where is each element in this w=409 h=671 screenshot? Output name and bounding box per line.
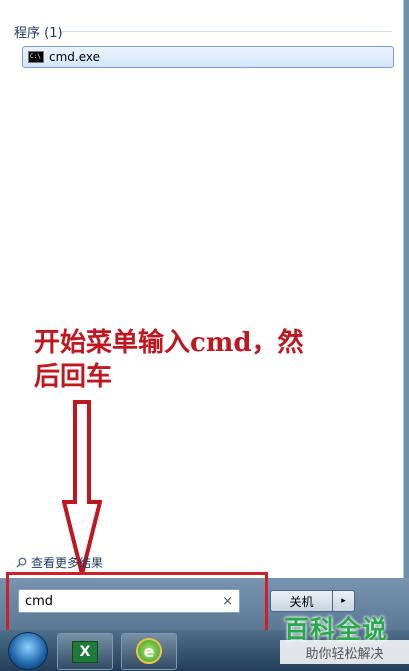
shutdown-options-arrow-icon[interactable]: ▸ [333,590,355,612]
result-item-label: cmd.exe [49,50,101,64]
excel-icon: X [72,641,98,663]
magnifier-icon [16,557,27,568]
annotation-line-1: 开始菜单输入cmd，然 [34,328,304,358]
see-more-label: 查看更多结果 [31,556,104,570]
annotation-line-2: 后回车 [34,362,113,392]
shutdown-button[interactable]: 关机 [270,590,333,612]
start-orb-icon[interactable] [8,632,48,670]
instruction-annotation: 开始菜单输入cmd，然 后回车 [34,326,364,394]
start-menu-panel [0,0,404,578]
see-more-results-link[interactable]: 查看更多结果 [16,554,103,571]
browser-icon: e [136,638,162,664]
section-divider [62,31,392,32]
programs-section-header: 程序 (1) [14,26,63,41]
cmd-icon: C:\ [28,51,44,63]
watermark-subtitle: 助你轻松解决 [280,640,409,664]
search-highlight-box [6,572,268,634]
down-arrow-icon [62,400,102,575]
result-item-cmd[interactable]: C:\ cmd.exe [22,46,394,68]
